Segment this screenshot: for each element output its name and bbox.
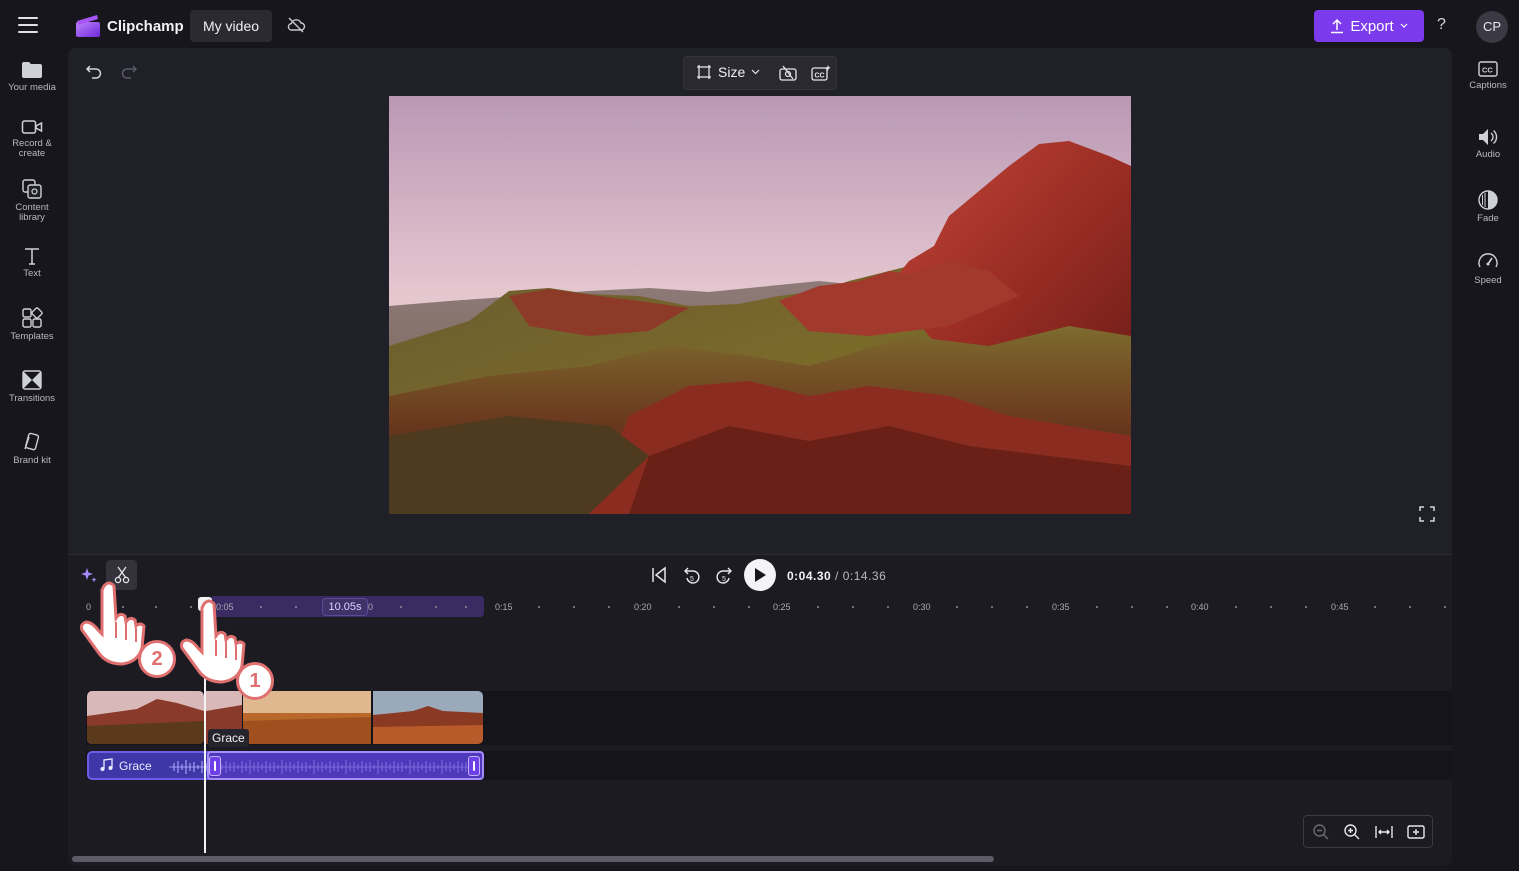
skip-back-icon[interactable] — [651, 566, 667, 584]
clipchamp-logo-icon — [76, 15, 100, 37]
speed-icon — [1478, 253, 1498, 268]
ruler-tick: 0:30 — [913, 602, 931, 612]
svg-text:5: 5 — [722, 576, 726, 583]
forward-5-icon[interactable]: 5 — [714, 565, 734, 585]
aspect-ratio-icon — [697, 65, 711, 79]
content-library-icon — [22, 179, 42, 199]
menu-icon[interactable] — [18, 17, 38, 33]
upload-icon — [1331, 18, 1344, 34]
sidebar-item-fade[interactable]: Fade — [1456, 189, 1519, 224]
templates-icon — [22, 307, 43, 328]
video-clip[interactable] — [87, 691, 204, 744]
ruler-tick: 0:20 — [634, 602, 652, 612]
sidebar-item-speed[interactable]: Speed — [1456, 251, 1519, 286]
chevron-down-icon — [751, 69, 760, 75]
trim-handle-left[interactable] — [209, 756, 221, 776]
sidebar-item-templates[interactable]: Templates — [0, 307, 64, 342]
zoom-out-icon[interactable] — [1312, 823, 1330, 841]
clip-thumbnail — [87, 691, 204, 744]
add-track-icon[interactable] — [1407, 823, 1425, 841]
ruler-tick: 0:25 — [773, 602, 791, 612]
audio-clip-label: Grace — [119, 759, 152, 773]
clip-thumbnail — [243, 691, 371, 744]
svg-text:5: 5 — [690, 576, 694, 583]
ruler-tick: 0:45 — [1331, 602, 1349, 612]
undo-icon[interactable] — [85, 62, 103, 80]
time-display: 0:04.30 / 0:14.36 — [787, 569, 886, 583]
fullscreen-icon[interactable] — [1419, 506, 1435, 522]
transitions-icon — [22, 370, 42, 390]
clip-label: Grace — [208, 729, 249, 747]
export-button[interactable]: Export — [1314, 10, 1424, 42]
step-badge-2: 2 — [138, 640, 176, 678]
chevron-down-icon — [1400, 23, 1408, 28]
sidebar-item-record-create[interactable]: Record & create — [0, 118, 64, 159]
sidebar-item-captions[interactable]: CC Captions — [1456, 60, 1519, 91]
ruler-tick: 0:35 — [1052, 602, 1070, 612]
sidebar-item-content-library[interactable]: Content library — [0, 178, 64, 223]
audio-icon — [1479, 129, 1498, 145]
music-note-icon — [100, 758, 113, 771]
help-button[interactable]: ? — [1437, 16, 1446, 34]
timeline-ruler[interactable]: 0 0:05 0 0:15 0:20 0:25 0:30 0:35 0:40 0… — [80, 600, 1452, 616]
play-button[interactable] — [744, 559, 776, 591]
export-label: Export — [1350, 17, 1394, 35]
cloud-offline-icon[interactable] — [286, 17, 306, 33]
sidebar-item-text[interactable]: Text — [0, 246, 64, 279]
ruler-tick: 0:15 — [495, 602, 513, 612]
brand-name: Clipchamp — [107, 18, 184, 35]
trim-handle-right[interactable] — [468, 756, 480, 776]
sidebar-item-audio[interactable]: Audio — [1456, 127, 1519, 160]
camera-icon — [21, 120, 43, 134]
clip-thumbnail — [373, 691, 483, 744]
folder-icon — [22, 62, 42, 78]
preview-toolbar: Size CC — [683, 56, 837, 90]
total-time: / 0:14.36 — [835, 569, 887, 583]
size-button[interactable]: Size — [696, 64, 760, 80]
project-name-field[interactable]: My video — [190, 10, 273, 42]
zoom-in-icon[interactable] — [1343, 823, 1361, 841]
svg-text:CC: CC — [815, 73, 825, 80]
size-label: Size — [718, 64, 746, 80]
captions-icon: CC — [1478, 61, 1498, 77]
audio-selection[interactable] — [207, 751, 484, 780]
canyon-landscape-image — [389, 96, 1131, 514]
sidebar-item-transitions[interactable]: Transitions — [0, 369, 64, 404]
remove-background-icon[interactable] — [779, 65, 797, 81]
video-clip[interactable] — [373, 691, 483, 744]
sidebar-item-your-media[interactable]: Your media — [0, 60, 64, 93]
current-time: 0:04.30 — [787, 569, 832, 583]
svg-text:CC: CC — [1482, 66, 1493, 75]
selection-duration-label: 10.05s — [322, 598, 368, 616]
fit-to-width-icon[interactable] — [1375, 823, 1393, 841]
zoom-controls — [1303, 815, 1433, 848]
fade-icon — [1478, 190, 1498, 210]
brand-kit-icon — [24, 432, 40, 451]
video-clip[interactable] — [243, 691, 371, 744]
timeline-scrollbar[interactable] — [72, 856, 994, 862]
ruler-tick: 0 — [368, 602, 374, 612]
sidebar-item-brand-kit[interactable]: Brand kit — [0, 431, 64, 466]
ruler-tick: 0:40 — [1191, 602, 1209, 612]
text-icon — [25, 248, 39, 265]
top-bar: Clipchamp My video Export ? CP — [0, 0, 1519, 50]
step-badge-1: 1 — [236, 662, 274, 700]
rewind-5-icon[interactable]: 5 — [682, 565, 702, 585]
video-preview[interactable] — [389, 96, 1131, 514]
play-icon — [755, 568, 766, 582]
redo-icon[interactable] — [120, 62, 138, 80]
auto-captions-icon[interactable]: CC — [811, 64, 831, 82]
avatar[interactable]: CP — [1476, 11, 1508, 43]
